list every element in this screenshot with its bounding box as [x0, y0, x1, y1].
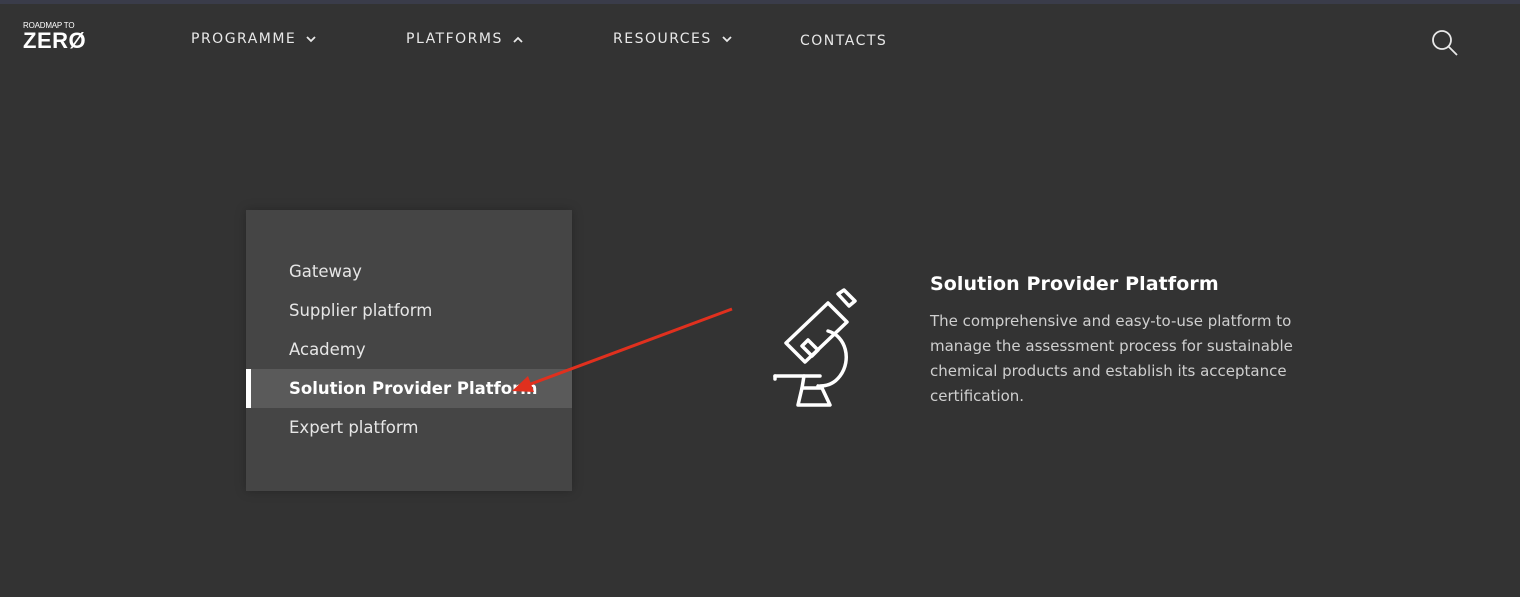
search-icon — [1432, 30, 1458, 56]
nav-resources[interactable]: RESOURCES — [613, 30, 732, 48]
platform-description: The comprehensive and easy-to-use platfo… — [930, 312, 1293, 405]
chevron-down-icon — [722, 35, 732, 43]
platforms-menu-list: Gateway Supplier platform Academy Soluti… — [246, 252, 572, 447]
chevron-down-icon — [306, 35, 316, 43]
chevron-up-icon — [513, 36, 523, 43]
logo[interactable]: ROADMAP TO ZERØ — [23, 22, 113, 56]
menu-item-academy[interactable]: Academy — [246, 330, 572, 369]
menu-item-gateway[interactable]: Gateway — [246, 252, 572, 291]
nav-contacts[interactable]: CONTACTS — [800, 32, 887, 50]
nav-label: RESOURCES — [613, 31, 712, 47]
nav-platforms[interactable]: PLATFORMS — [406, 30, 523, 48]
platform-title: Solution Provider Platform — [930, 273, 1219, 295]
menu-item-expert-platform[interactable]: Expert platform — [246, 408, 572, 447]
platforms-dropdown: Gateway Supplier platform Academy Soluti… — [246, 210, 572, 491]
menu-item-supplier-platform[interactable]: Supplier platform — [246, 291, 572, 330]
nav-label: PLATFORMS — [406, 31, 503, 47]
search-button[interactable] — [1430, 28, 1460, 58]
logo-wordmark: ZERØ — [23, 28, 87, 53]
nav-programme[interactable]: PROGRAMME — [191, 30, 316, 48]
microscope-icon — [760, 288, 870, 413]
nav-label: CONTACTS — [800, 33, 888, 49]
nav-label: PROGRAMME — [191, 31, 297, 47]
menu-item-solution-provider-platform[interactable]: Solution Provider Platform — [246, 369, 572, 408]
site-header: ROADMAP TO ZERØ PROGRAMME PLATFORMS RESO… — [0, 4, 1520, 74]
